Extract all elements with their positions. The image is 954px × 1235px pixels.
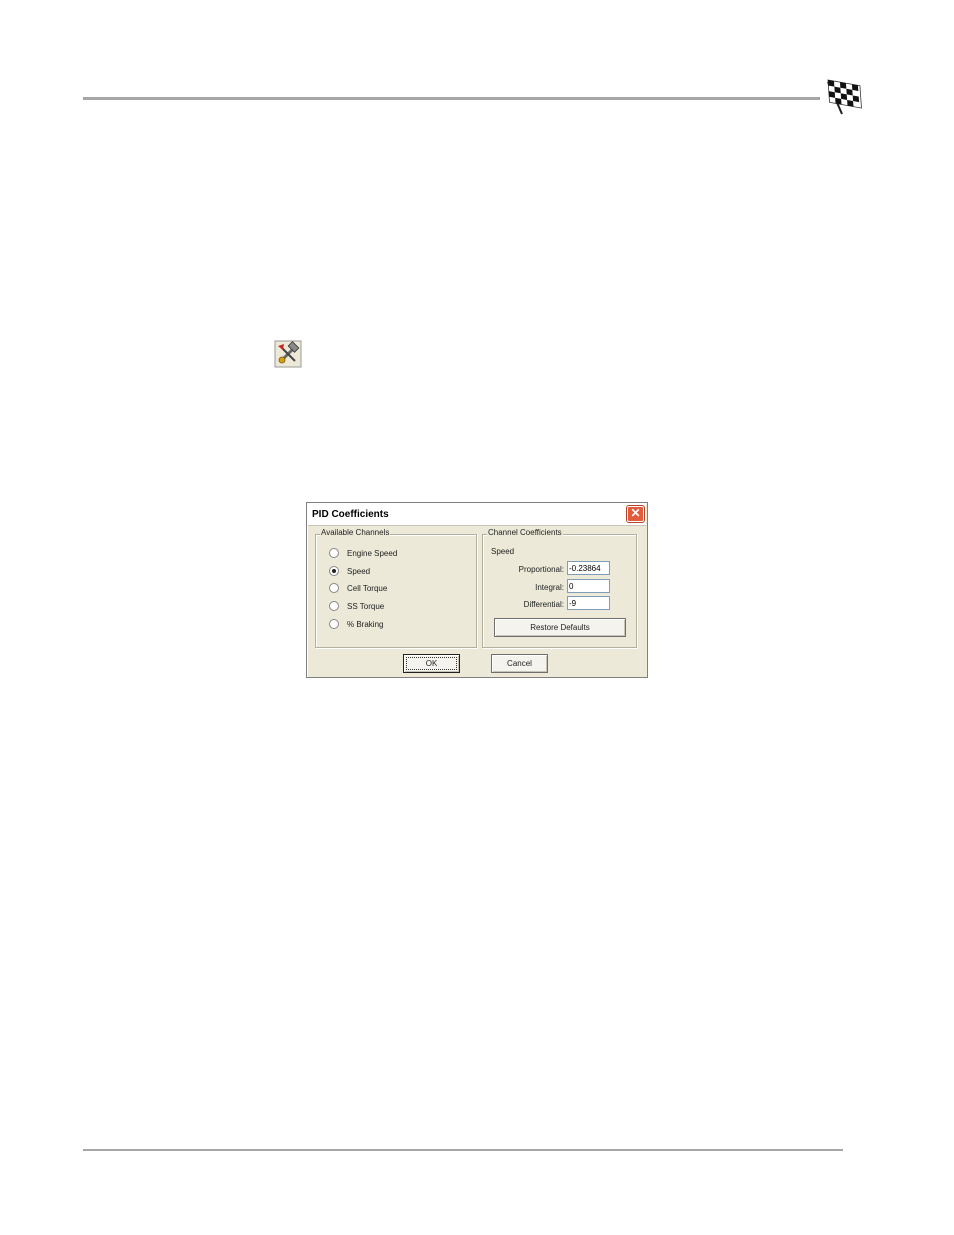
radio-speed[interactable]: Speed bbox=[329, 565, 370, 577]
radio-cell-torque[interactable]: Cell Torque bbox=[329, 582, 387, 594]
proportional-input[interactable] bbox=[567, 561, 610, 575]
radio-button-checked[interactable] bbox=[329, 566, 339, 576]
radio-button[interactable] bbox=[329, 548, 339, 558]
channel-coefficients-group: Channel Coefficients Speed Proportional:… bbox=[482, 528, 637, 648]
radio-engine-speed[interactable]: Engine Speed bbox=[329, 547, 397, 559]
differential-input[interactable] bbox=[567, 596, 610, 610]
ok-button[interactable]: OK bbox=[403, 654, 460, 673]
footer-rule bbox=[83, 1149, 843, 1151]
restore-defaults-button[interactable]: Restore Defaults bbox=[494, 618, 626, 637]
integral-input[interactable] bbox=[567, 579, 610, 593]
radio-label: % Braking bbox=[347, 619, 384, 629]
close-button[interactable]: ✕ bbox=[626, 505, 645, 523]
radio-label: Engine Speed bbox=[347, 548, 398, 558]
available-channels-group: Available Channels Engine Speed Speed Ce… bbox=[315, 528, 477, 648]
radio-button[interactable] bbox=[329, 601, 339, 611]
proportional-label: Proportional: bbox=[518, 565, 564, 574]
radio-braking[interactable]: % Braking bbox=[329, 618, 383, 630]
radio-button[interactable] bbox=[329, 619, 339, 629]
channel-coefficients-legend: Channel Coefficients bbox=[487, 528, 563, 537]
checkered-flag-icon bbox=[827, 79, 862, 115]
dialog-title: PID Coefficients bbox=[312, 509, 389, 520]
integral-label: Integral: bbox=[535, 583, 564, 592]
available-channels-legend: Available Channels bbox=[320, 528, 391, 537]
selected-channel-name: Speed bbox=[491, 547, 515, 556]
pid-coefficients-dialog: PID Coefficients ✕ Available Channels En… bbox=[306, 502, 648, 678]
radio-label: Cell Torque bbox=[347, 583, 388, 593]
radio-label: Speed bbox=[347, 566, 371, 576]
close-icon: ✕ bbox=[630, 506, 641, 520]
differential-label: Differential: bbox=[523, 600, 564, 609]
radio-label: SS Torque bbox=[347, 601, 385, 611]
focus-rectangle bbox=[406, 657, 457, 670]
header-rule bbox=[83, 97, 820, 100]
radio-button[interactable] bbox=[329, 583, 339, 593]
radio-ss-torque[interactable]: SS Torque bbox=[329, 600, 384, 612]
dialog-titlebar: PID Coefficients ✕ bbox=[308, 504, 646, 526]
pid-tool-icon bbox=[274, 340, 302, 368]
cancel-button[interactable]: Cancel bbox=[491, 654, 548, 673]
